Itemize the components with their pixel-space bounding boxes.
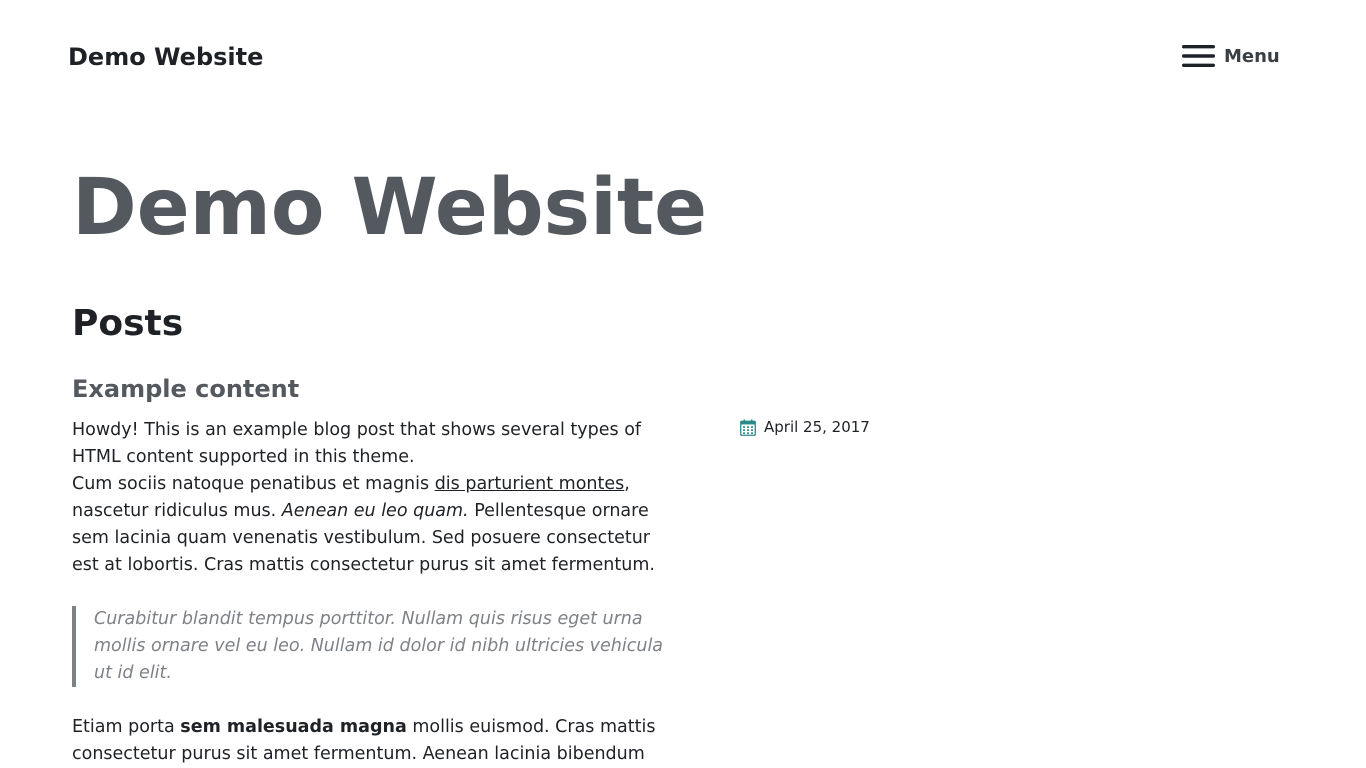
page-title: Demo Website — [72, 163, 708, 253]
calendar-icon — [740, 419, 756, 436]
post-title-link[interactable]: Example content — [72, 372, 299, 406]
inline-link[interactable]: dis parturient montes — [435, 474, 625, 494]
section-title: Posts — [72, 303, 184, 344]
site-title-link[interactable]: Demo Website — [68, 42, 263, 72]
post-paragraph: Cum sociis natoque penatibus et magnis d… — [72, 471, 682, 579]
blockquote: Curabitur blandit tempus porttitor. Null… — [72, 606, 674, 687]
site-header: Demo Website Menu — [0, 0, 1366, 114]
menu-label: Menu — [1224, 45, 1280, 67]
post-date: April 25, 2017 — [764, 418, 870, 436]
menu-button[interactable]: Menu — [1182, 42, 1280, 70]
blockquote-text: Curabitur blandit tempus porttitor. Null… — [94, 609, 664, 683]
post-body: Howdy! This is an example blog post that… — [72, 417, 682, 768]
paragraph-text: Howdy! This is an example blog post that… — [72, 420, 642, 467]
hamburger-icon — [1182, 45, 1215, 67]
paragraph-text: Cum sociis natoque penatibus et magnis — [72, 474, 435, 494]
post-paragraph: Howdy! This is an example blog post that… — [72, 417, 682, 471]
post-paragraph: Etiam porta sem malesuada magna mollis e… — [72, 714, 682, 768]
paragraph-text: Etiam porta — [72, 717, 181, 737]
emphasis-text: Aenean eu leo quam. — [281, 501, 469, 521]
post-meta: April 25, 2017 — [740, 418, 870, 436]
strong-text: sem malesuada magna — [180, 717, 407, 737]
